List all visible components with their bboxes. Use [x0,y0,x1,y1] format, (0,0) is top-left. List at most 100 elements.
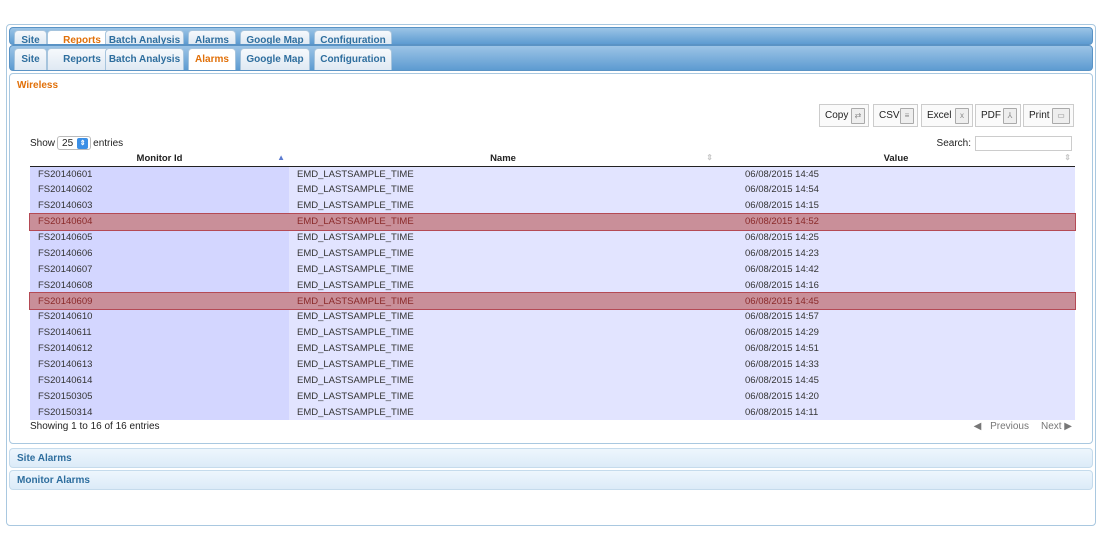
sort-both-icon: ⇕ [706,153,713,162]
cell-name: EMD_LASTSAMPLE_TIME [289,293,717,310]
cell-value: 06/08/2015 14:20 [717,388,1075,405]
cell-name: EMD_LASTSAMPLE_TIME [289,277,717,294]
cell-name: EMD_LASTSAMPLE_TIME [289,388,717,405]
table-row[interactable]: FS20140607 EMD_LASTSAMPLE_TIME 06/08/2015 … [30,261,1075,278]
tab-configuration[interactable]: Configuration [314,30,392,44]
table-row[interactable]: FS20140611 EMD_LASTSAMPLE_TIME 06/08/2015 … [30,324,1075,341]
cell-value: 06/08/2015 14:45 [717,166,1075,182]
cell-monitor-id: FS20140601 [30,166,289,182]
table-row[interactable]: FS20140603 EMD_LASTSAMPLE_TIME 06/08/2015 … [30,197,1075,214]
cell-value: 06/08/2015 14:23 [717,245,1075,262]
cell-value: 06/08/2015 14:54 [717,181,1075,198]
table-row[interactable]: FS20140605 EMD_LASTSAMPLE_TIME 06/08/2015 … [30,229,1075,246]
cell-value: 06/08/2015 14:45 [717,293,1075,310]
app-window: Site Reports Batch Analysis Alarms Google Ma… [6,24,1096,526]
site-alarms-section[interactable]: Site Alarms [9,448,1093,468]
table-row[interactable]: FS20140613 EMD_LASTSAMPLE_TIME 06/08/2015 … [30,356,1075,373]
main-tab-bar: Site Reports Batch Analysis Alarms Google Ma… [9,45,1093,71]
cell-monitor-id: FS20150314 [30,404,289,421]
cell-monitor-id: FS20150305 [30,388,289,405]
cell-value: 06/08/2015 14:11 [717,404,1075,421]
copy-icon: ⇄ [851,108,865,124]
cell-monitor-id: FS20140607 [30,261,289,278]
pdf-file-icon: ⅄ [1003,108,1017,124]
table-row[interactable]: FS20140608 EMD_LASTSAMPLE_TIME 06/08/2015 … [30,277,1075,294]
excel-button[interactable]: Excel x [921,104,973,127]
cell-name: EMD_LASTSAMPLE_TIME [289,261,717,278]
tab-batch-analysis[interactable]: Batch Analysis [105,30,184,44]
cell-value: 06/08/2015 14:45 [717,372,1075,389]
alarms-table: Monitor Id ▲ Name ⇕ Value ⇕ FS20140601 EMD_L… [29,151,1076,421]
table-row[interactable]: FS20140609 EMD_LASTSAMPLE_TIME 06/08/2015 … [29,292,1076,311]
table-row[interactable]: FS20140606 EMD_LASTSAMPLE_TIME 06/08/2015 … [30,245,1075,262]
cell-monitor-id: FS20140613 [30,356,289,373]
sort-asc-icon: ▲ [277,153,285,162]
table-row[interactable]: FS20140604 EMD_LASTSAMPLE_TIME 06/08/2015 … [29,212,1076,231]
cell-value: 06/08/2015 14:51 [717,340,1075,357]
pdf-button[interactable]: PDF ⅄ [975,104,1021,127]
select-arrows-icon: ⇕ [77,137,89,149]
cell-name: EMD_LASTSAMPLE_TIME [289,213,717,230]
tab-configuration[interactable]: Configuration [314,48,392,70]
tab-google-map[interactable]: Google Map [240,30,310,44]
tab-google-map[interactable]: Google Map [240,48,310,70]
cell-monitor-id: FS20140612 [30,340,289,357]
cell-name: EMD_LASTSAMPLE_TIME [289,404,717,421]
length-control: Show 25 ⇕ entries [30,136,124,150]
table-info: Showing 1 to 16 of 16 entries [30,421,160,432]
cell-monitor-id: FS20140610 [30,309,289,325]
cell-monitor-id: FS20140604 [30,213,289,230]
table-row[interactable]: FS20140610 EMD_LASTSAMPLE_TIME 06/08/2015 … [30,309,1075,325]
cell-monitor-id: FS20140608 [30,277,289,294]
sort-both-icon: ⇕ [1064,153,1071,162]
cell-name: EMD_LASTSAMPLE_TIME [289,372,717,389]
tab-alarms[interactable]: Alarms [188,30,236,44]
table-row[interactable]: FS20140602 EMD_LASTSAMPLE_TIME 06/08/2015 … [30,181,1075,198]
column-header-monitor-id[interactable]: Monitor Id ▲ [30,151,289,167]
tab-batch-analysis[interactable]: Batch Analysis [105,48,184,70]
cell-name: EMD_LASTSAMPLE_TIME [289,356,717,373]
cell-value: 06/08/2015 14:33 [717,356,1075,373]
table-row[interactable]: FS20140601 EMD_LASTSAMPLE_TIME 06/08/2015 … [30,166,1075,182]
csv-button[interactable]: CSV ≡ [873,104,918,127]
table-row[interactable]: FS20140612 EMD_LASTSAMPLE_TIME 06/08/2015 … [30,340,1075,357]
cell-value: 06/08/2015 14:52 [717,213,1075,230]
cell-monitor-id: FS20140605 [30,229,289,246]
search-input[interactable] [975,136,1072,151]
wireless-panel: Wireless Copy ⇄ CSV ≡ Excel x PDF ⅄ Print ▭ S… [9,73,1093,444]
cell-monitor-id: FS20140603 [30,197,289,214]
next-button[interactable]: Next ▶ [1035,421,1072,432]
table-row[interactable]: FS20150314 EMD_LASTSAMPLE_TIME 06/08/2015 … [30,404,1075,421]
entries-select[interactable]: 25 ⇕ [57,136,92,150]
cell-value: 06/08/2015 14:42 [717,261,1075,278]
copy-button[interactable]: Copy ⇄ [819,104,869,127]
print-button[interactable]: Print ▭ [1023,104,1074,127]
pagination: ◀ Previous Next ▶ [968,421,1072,432]
tab-alarms[interactable]: Alarms [188,48,236,70]
cell-value: 06/08/2015 14:57 [717,309,1075,325]
ghost-tab-bar: Site Reports Batch Analysis Alarms Google Ma… [9,27,1093,45]
table-row[interactable]: FS20140614 EMD_LASTSAMPLE_TIME 06/08/2015 … [30,372,1075,389]
cell-name: EMD_LASTSAMPLE_TIME [289,229,717,246]
cell-name: EMD_LASTSAMPLE_TIME [289,166,717,182]
cell-name: EMD_LASTSAMPLE_TIME [289,324,717,341]
printer-icon: ▭ [1052,108,1070,124]
previous-button[interactable]: ◀ Previous [974,421,1029,432]
tab-site[interactable]: Site [14,48,47,70]
tab-site[interactable]: Site [14,30,47,44]
panel-title: Wireless [17,80,59,91]
cell-monitor-id: FS20140602 [30,181,289,198]
cell-value: 06/08/2015 14:16 [717,277,1075,294]
cell-name: EMD_LASTSAMPLE_TIME [289,309,717,325]
monitor-alarms-section[interactable]: Monitor Alarms [9,470,1093,490]
cell-monitor-id: FS20140606 [30,245,289,262]
cell-name: EMD_LASTSAMPLE_TIME [289,197,717,214]
column-header-value[interactable]: Value ⇕ [717,151,1075,167]
column-header-name[interactable]: Name ⇕ [289,151,717,167]
cell-value: 06/08/2015 14:25 [717,229,1075,246]
cell-monitor-id: FS20140611 [30,324,289,341]
cell-value: 06/08/2015 14:29 [717,324,1075,341]
table-row[interactable]: FS20150305 EMD_LASTSAMPLE_TIME 06/08/2015 … [30,388,1075,405]
cell-name: EMD_LASTSAMPLE_TIME [289,245,717,262]
cell-name: EMD_LASTSAMPLE_TIME [289,181,717,198]
